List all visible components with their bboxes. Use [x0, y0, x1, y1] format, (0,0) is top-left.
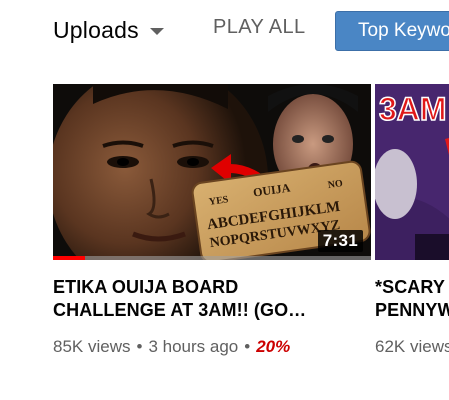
watch-progress-fill: [53, 256, 85, 260]
top-keywords-button[interactable]: Top Keywords: [335, 11, 449, 51]
uploads-label: Uploads: [53, 16, 139, 43]
view-count: 62K views: [375, 337, 449, 356]
video-metadata: 62K views: [375, 337, 449, 357]
thumbnail-image: 3AM: [375, 84, 449, 260]
video-thumbnail[interactable]: YES OUIJA NO ABCDEFGHIJKLM NOPQRSTUVWXYZ…: [53, 84, 371, 260]
video-card[interactable]: 3AM *SCARY PENNYW 62K views: [375, 84, 449, 357]
channel-uploads-shelf: Uploads PLAY ALL Top Keywords: [0, 0, 449, 400]
thumbnail-3am-text: 3AM: [379, 91, 447, 127]
separator-dot: •: [136, 337, 143, 356]
caret-down-icon: [149, 28, 164, 35]
uploads-sort-dropdown[interactable]: Uploads: [53, 14, 164, 46]
separator-dot: •: [244, 337, 251, 356]
view-count: 85K views: [53, 337, 131, 356]
video-title[interactable]: ETIKA OUIJA BOARD CHALLENGE AT 3AM!! (GO…: [53, 276, 371, 322]
video-title[interactable]: *SCARY PENNYW: [375, 276, 449, 322]
video-duration: 7:31: [317, 230, 363, 252]
video-metadata: 85K views • 3 hours ago • 20%: [53, 337, 371, 357]
play-all-button[interactable]: PLAY ALL: [213, 16, 306, 39]
upload-age: 3 hours ago: [148, 337, 239, 356]
ouija-no-text: NO: [327, 178, 344, 191]
video-card[interactable]: YES OUIJA NO ABCDEFGHIJKLM NOPQRSTUVWXYZ…: [53, 84, 371, 357]
video-thumbnail[interactable]: 3AM: [375, 84, 449, 260]
watch-progress-bar: [53, 256, 371, 260]
percent-stat: 20%: [256, 337, 291, 356]
